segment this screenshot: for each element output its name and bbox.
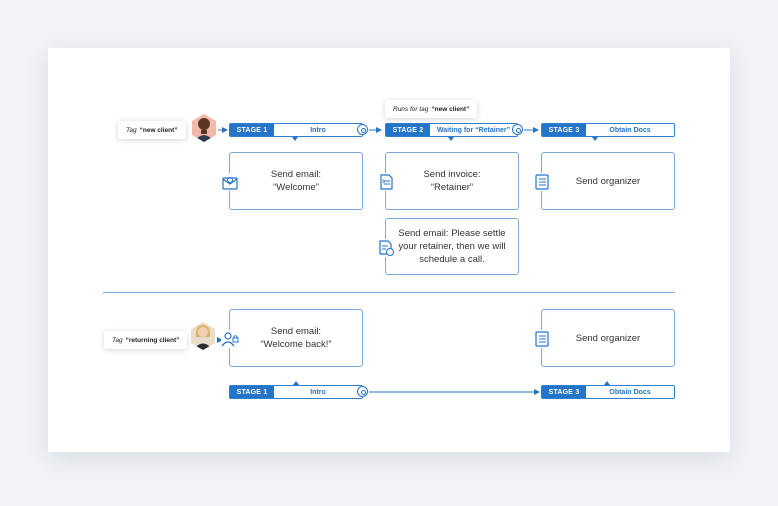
user-lock-icon	[221, 330, 239, 348]
automation-gear-icon[interactable]	[357, 124, 368, 135]
stage-name: Waiting for “Retainer”	[436, 126, 511, 134]
stage-name: Intro	[310, 126, 326, 134]
card-text: Send organizer	[575, 332, 641, 344]
tag-prefix: Tag	[112, 336, 123, 344]
card-send-email-welcome[interactable]: Send email: “Welcome”	[221, 152, 363, 210]
row-divider	[103, 292, 675, 293]
email-doc-icon	[377, 239, 395, 257]
row2-stage-1-intro[interactable]: STAGE 1 Intro	[229, 385, 363, 399]
stage-badge: STAGE 2	[386, 124, 430, 136]
email-icon	[221, 173, 239, 191]
stage-badge: STAGE 3	[542, 386, 586, 398]
tag-label-new-client: Tag “new client”	[118, 121, 186, 139]
automation-gear-icon[interactable]	[357, 386, 368, 397]
stage-badge: STAGE 1	[230, 386, 274, 398]
card-text: Send organizer	[575, 175, 641, 187]
invoice-icon: $	[377, 173, 395, 191]
card-send-email-settle-retainer[interactable]: Send email: Please settle your retainer,…	[377, 218, 519, 275]
card-send-email-welcome-back[interactable]: Send email: “Welcome back!”	[221, 309, 363, 367]
tag-value: “returning client”	[125, 336, 180, 344]
stage-badge: STAGE 3	[542, 124, 586, 136]
runs-tag-prefix: Runs for tag	[393, 105, 429, 113]
stage-1-intro[interactable]: STAGE 1 Intro	[229, 123, 363, 137]
tag-label-returning-client: Tag “returning client”	[104, 331, 188, 349]
card-text: Send email: “Welcome back!”	[260, 326, 332, 350]
automation-gear-icon[interactable]	[512, 124, 523, 135]
organizer-icon	[533, 330, 551, 348]
card-send-organizer-returning[interactable]: Send organizer	[533, 309, 675, 367]
tag-prefix: Tag	[126, 126, 137, 134]
card-text: Send email: Please settle your retainer,…	[398, 228, 506, 265]
card-text: Send email: “Welcome”	[270, 169, 322, 193]
stage-name: Intro	[310, 388, 326, 396]
organizer-icon	[533, 173, 551, 191]
card-text: Send invoice: “Retainer”	[423, 169, 481, 193]
svg-text:$: $	[382, 179, 385, 185]
stage-name: Obtain Docs	[609, 126, 651, 134]
tag-value: “new client”	[139, 126, 178, 134]
stage-2-waiting-retainer[interactable]: STAGE 2 Waiting for “Retainer”	[385, 123, 518, 137]
stage-3-obtain-docs[interactable]: STAGE 3 Obtain Docs	[541, 123, 675, 137]
runs-for-tag-label: Runs for tag “new client”	[385, 100, 478, 118]
card-send-invoice-retainer[interactable]: $ Send invoice: “Retainer”	[377, 152, 519, 210]
runs-tag-value: “new client”	[431, 105, 470, 113]
card-send-organizer[interactable]: Send organizer	[533, 152, 675, 210]
stage-badge: STAGE 1	[230, 124, 274, 136]
row2-stage-3-obtain-docs[interactable]: STAGE 3 Obtain Docs	[541, 385, 675, 399]
stage-name: Obtain Docs	[609, 388, 651, 396]
